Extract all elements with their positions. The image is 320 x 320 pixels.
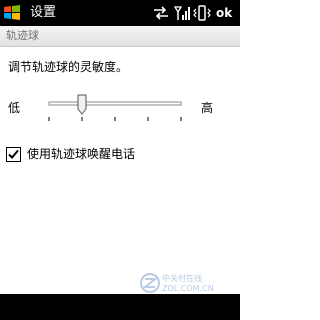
slider-thumb[interactable] — [77, 94, 87, 115]
signal-icon[interactable] — [174, 5, 190, 21]
wake-phone-checkbox[interactable] — [6, 147, 21, 162]
wake-phone-option[interactable]: 使用轨迹球唤醒电话 — [6, 146, 206, 164]
section-header: 轨迹球 — [0, 26, 240, 47]
watermark-text-cn: 中关村在线 — [162, 273, 202, 283]
softkey-bar — [0, 294, 240, 320]
section-header-label: 轨迹球 — [6, 29, 39, 42]
slider-track — [48, 101, 182, 106]
connectivity-icon[interactable] — [152, 5, 170, 21]
ok-button[interactable]: ok — [216, 4, 232, 22]
status-bar: 设置 ok — [0, 0, 240, 26]
windows-start-icon[interactable] — [2, 3, 22, 23]
checkmark-icon — [8, 149, 19, 159]
slider-high-label: 高 — [201, 101, 214, 115]
sensitivity-slider[interactable] — [48, 92, 182, 126]
watermark-text: ZOL.COM.CN — [162, 284, 214, 293]
sensitivity-description: 调节轨迹球的灵敏度。 — [8, 60, 129, 74]
wake-phone-label: 使用轨迹球唤醒电话 — [27, 147, 136, 161]
vibrate-icon[interactable] — [193, 5, 211, 21]
zol-watermark-logo: 中关村在线 ZOL.COM.CN — [140, 273, 214, 293]
page-title: 设置 — [30, 5, 57, 20]
slider-low-label: 低 — [8, 101, 21, 115]
